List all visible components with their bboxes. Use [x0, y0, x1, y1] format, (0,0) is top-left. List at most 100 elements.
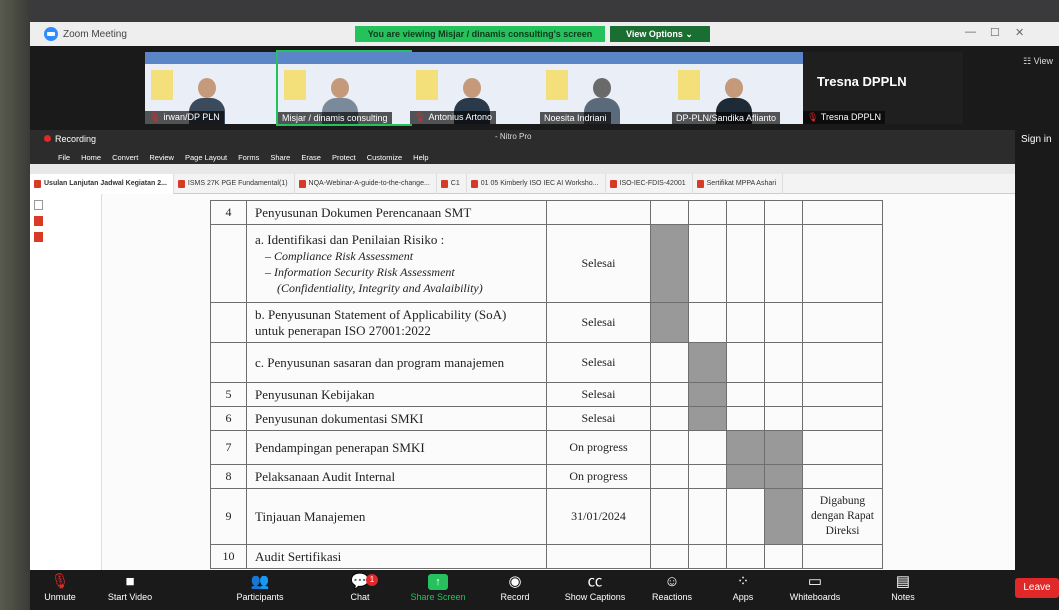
- record-button[interactable]: ◉ Record: [485, 573, 545, 603]
- video-tile[interactable]: 🎙 Antonius Artono: [410, 52, 542, 124]
- status-cell: Selesai: [546, 406, 651, 431]
- chat-label: Chat: [350, 592, 370, 602]
- video-tile-active-speaker[interactable]: Misjar / dinamis consulting: [276, 50, 412, 126]
- quick-toolbar: [30, 164, 1015, 174]
- video-tile[interactable]: 🎙 irwan/DP PLN: [145, 52, 277, 124]
- leave-button[interactable]: Leave: [1015, 578, 1059, 598]
- maximize-icon[interactable]: ☐: [990, 26, 1000, 39]
- reactions-button[interactable]: ☺ Reactions: [642, 574, 702, 603]
- share-screen-icon: ↑: [428, 574, 448, 590]
- screen-photo: Zoom Meeting You are viewing Misjar / di…: [0, 0, 1059, 610]
- row-number: 7: [210, 430, 247, 465]
- apps-label: Apps: [732, 592, 754, 602]
- menu-review[interactable]: Review: [149, 153, 174, 162]
- task-cell: a. Identifikasi dan Penilaian Risiko : –…: [246, 224, 547, 303]
- participant-name: Misjar / dinamis consulting: [282, 113, 388, 123]
- table-row: c. Penyusunan sasaran dan program manaje…: [210, 342, 883, 383]
- recording-indicator: Recording: [44, 134, 96, 144]
- participant-name: DP-PLN/Sandika Aflianto: [676, 113, 777, 123]
- status-cell: On progress: [546, 430, 651, 465]
- zoom-logo-icon: [44, 27, 58, 41]
- chat-badge: 1: [366, 574, 378, 586]
- menu-protect[interactable]: Protect: [332, 153, 356, 162]
- captions-button[interactable]: ㏄ Show Captions: [555, 574, 635, 603]
- participants-button[interactable]: 👥 Participants: [230, 574, 290, 603]
- tab-sertifikat[interactable]: Sertifikat MPPA Ashari: [693, 173, 784, 194]
- window-title: Zoom Meeting: [63, 28, 127, 40]
- table-row: 4 Penyusunan Dokumen Perencanaan SMT: [210, 200, 883, 225]
- status-cell: [546, 200, 651, 225]
- bookmark-icon[interactable]: [34, 216, 43, 226]
- task-cell: Pelaksanaan Audit Internal: [246, 464, 547, 489]
- menu-forms[interactable]: Forms: [238, 153, 259, 162]
- tab-iso-42001[interactable]: ISO-IEC-FDIS-42001: [606, 173, 693, 194]
- status-cell: Selesai: [546, 302, 651, 343]
- share-label: Share Screen: [410, 592, 466, 602]
- record-icon: ◉: [508, 573, 522, 590]
- tab-c1[interactable]: C1: [437, 173, 467, 194]
- video-tile-no-video[interactable]: Tresna DPPLN 🎙 Tresna DPPLN: [803, 52, 963, 124]
- video-label: Start Video: [107, 592, 153, 602]
- menu-customize[interactable]: Customize: [367, 153, 402, 162]
- participant-big-name: Tresna DPPLN: [817, 74, 907, 89]
- nitro-menu-bar: File Home Convert Review Page Layout For…: [30, 150, 1015, 164]
- participant-name: irwan/DP PLN: [163, 112, 220, 122]
- close-icon[interactable]: ✕: [1015, 26, 1024, 39]
- view-button[interactable]: ☷ View: [1023, 56, 1053, 67]
- video-tile[interactable]: DP-PLN/Sandika Aflianto: [672, 52, 804, 124]
- tab-nqa[interactable]: NQA-Webinar-A-guide-to-the-change...: [295, 173, 437, 194]
- task-cell: Pendampingan penerapan SMKI: [246, 430, 547, 465]
- recording-dot-icon: [44, 135, 51, 142]
- share-screen-button[interactable]: ↑ Share Screen: [408, 574, 468, 602]
- view-options-label: View Options: [626, 29, 683, 39]
- video-tile[interactable]: Noesita Indriani: [540, 52, 672, 124]
- status-cell: 31/01/2024: [546, 488, 651, 545]
- table-row: 5 Penyusunan Kebijakan Selesai: [210, 382, 883, 407]
- view-options-button[interactable]: View Options ⌄: [610, 26, 710, 42]
- sign-in-link[interactable]: Sign in: [1021, 134, 1052, 145]
- gantt-bar: [726, 430, 765, 465]
- mic-muted-icon: 🎙: [50, 573, 70, 590]
- nitro-titlebar: Recording - Nitro Pro: [30, 130, 1015, 150]
- tab-isms[interactable]: ISMS 27K PGE Fundamental(1): [174, 173, 295, 194]
- menu-page-layout[interactable]: Page Layout: [185, 153, 227, 162]
- start-video-button[interactable]: ■ Start Video: [100, 574, 160, 603]
- gantt-bar: [764, 488, 803, 545]
- tab-usulan[interactable]: Usulan Lanjutan Jadwal Kegiatan 2...: [30, 173, 174, 194]
- viewing-banner: You are viewing Misjar / dinamis consult…: [355, 26, 605, 42]
- muted-mic-icon: 🎙: [807, 112, 819, 122]
- schedule-table: 4 Penyusunan Dokumen Perencanaan SMT a. …: [210, 200, 883, 569]
- gantt-bar: [688, 342, 727, 383]
- attachment-icon[interactable]: [34, 232, 43, 242]
- participant-name: Noesita Indriani: [544, 113, 607, 123]
- unmute-button[interactable]: 🎙 Unmute: [30, 573, 90, 603]
- apps-icon: ⁘: [736, 573, 750, 590]
- menu-help[interactable]: Help: [413, 153, 428, 162]
- menu-erase[interactable]: Erase: [301, 153, 321, 162]
- apps-button[interactable]: ⁘ Apps: [713, 573, 773, 603]
- subtask-text: (Confidentiality, Integrity and Avalaibi…: [277, 280, 483, 295]
- record-label: Record: [500, 592, 530, 602]
- chat-button[interactable]: 💬 1 Chat: [330, 574, 390, 602]
- menu-convert[interactable]: Convert: [112, 153, 138, 162]
- notes-button[interactable]: ▤ Notes: [873, 574, 933, 603]
- tab-kimberly[interactable]: 01 05 Kimberly ISO IEC AI Worksho...: [467, 173, 606, 194]
- menu-home[interactable]: Home: [81, 153, 101, 162]
- muted-mic-icon: 🎙: [414, 112, 426, 122]
- status-cell: Selesai: [546, 382, 651, 407]
- recording-label: Recording: [55, 134, 97, 144]
- monitor-bezel-left: [0, 0, 30, 610]
- muted-mic-icon: 🎙: [149, 112, 161, 122]
- notes-label: Notes: [891, 592, 915, 602]
- minimize-icon[interactable]: —: [965, 26, 976, 38]
- menu-share[interactable]: Share: [270, 153, 290, 162]
- gantt-bar: [688, 406, 727, 431]
- row-number: 5: [210, 382, 247, 407]
- whiteboards-button[interactable]: ▭ Whiteboards: [780, 573, 850, 603]
- gantt-bar: [650, 302, 689, 343]
- subtask-text: – Information Security Risk Assessment: [265, 264, 455, 279]
- pages-icon[interactable]: [34, 200, 43, 210]
- whiteboard-icon: ▭: [807, 573, 823, 590]
- menu-file[interactable]: File: [58, 153, 70, 162]
- table-row: 6 Penyusunan dokumentasi SMKI Selesai: [210, 406, 883, 431]
